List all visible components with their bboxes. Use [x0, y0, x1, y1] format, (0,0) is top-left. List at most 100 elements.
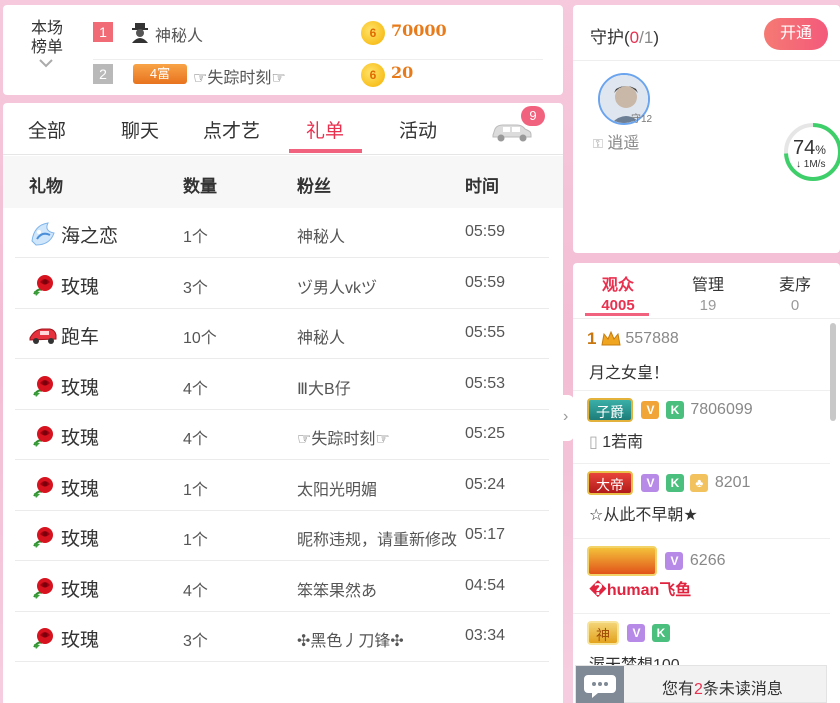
coin-icon: 6: [361, 63, 385, 87]
mystery-user-icon: [132, 23, 148, 43]
audience-item[interactable]: 1 557888 月之女皇！: [573, 323, 830, 391]
chevron-down-icon[interactable]: [36, 57, 56, 71]
gift-quantity: 4个: [183, 582, 208, 600]
vip-icon: V: [641, 401, 660, 419]
tab-activity[interactable]: 活动: [399, 116, 437, 143]
col-time-header: 时间: [465, 177, 499, 196]
audience-panel: 观众 4005 管理 19 麦序 0 1 557888 月之女皇！ 子爵 V K 78…: [573, 263, 840, 703]
fan-name[interactable]: 昵称违规，请重新修改: [297, 526, 457, 550]
user-nick: �human飞鱼: [589, 582, 692, 599]
audience-scrollbar[interactable]: [830, 323, 836, 421]
tab-mic-queue[interactable]: 麦序 0: [760, 271, 830, 314]
audience-item[interactable]: V 6266 �human飞鱼: [573, 540, 830, 614]
rank-number: 1: [93, 22, 113, 42]
rose-icon: [28, 623, 58, 653]
audience-item[interactable]: 子爵 V K 7806099 ▯ 1若南: [573, 392, 830, 464]
tab-gift-list[interactable]: 礼单: [306, 116, 344, 143]
rose-icon: [28, 522, 58, 552]
gift-time: 05:53: [465, 374, 506, 392]
rank-number: 1: [587, 329, 597, 348]
table-row: 玫瑰 4个 笨笨果然あ 04:54: [15, 562, 549, 612]
fan-name[interactable]: ヅ男人vkヅ: [297, 274, 377, 298]
table-row: 海之恋 1个 神秘人 05:59: [15, 208, 549, 258]
vip-icon: V: [627, 624, 646, 642]
chat-bubble-icon: [576, 666, 624, 703]
table-row: 玫瑰 1个 昵称违规，请重新修改 05:17: [15, 511, 549, 561]
rank-number: 2: [93, 64, 113, 84]
guardian-title: 守护(0/1): [590, 28, 659, 47]
tab-admins[interactable]: 管理 19: [673, 271, 743, 314]
guardian-icon: ⚿: [593, 136, 603, 151]
guardian-header: 守护(0/1) 开通: [573, 5, 840, 61]
table-row: 玫瑰 4个 Ⅲ大B仔 05:53: [15, 360, 549, 410]
tab-audience[interactable]: 观众 4005: [583, 271, 653, 314]
gift-quantity: 4个: [183, 380, 208, 398]
user-id: 7806099: [690, 401, 753, 418]
rich-level-badge: 4富: [133, 64, 187, 84]
active-tab-indicator: [585, 313, 649, 316]
table-row: 玫瑰 3个 ✣黑色丿刀锋✣ 03:34: [15, 612, 549, 662]
unread-text: 您有2条未读消息: [662, 681, 783, 698]
rank-user-name[interactable]: ☞失踪时刻☞: [193, 64, 286, 88]
guardian-panel: 守护(0/1) 开通 守12 ⚿ 逍遥 74% ↓ 1M/s: [573, 5, 840, 253]
gift-quantity: 3个: [183, 279, 208, 297]
rose-icon: [28, 573, 58, 603]
fan-name[interactable]: ✣黑色丿刀锋✣: [297, 627, 404, 651]
rose-icon: [28, 270, 58, 300]
network-rate: ↓ 1M/s: [796, 159, 826, 170]
car-count-badge: 9: [521, 106, 545, 126]
unread-count: 2: [694, 681, 703, 698]
rose-icon: [28, 371, 58, 401]
gift-quantity: 1个: [183, 532, 208, 549]
user-id: 8201: [714, 474, 751, 491]
user-id: 557888: [625, 330, 679, 347]
gift-name: 玫瑰: [61, 529, 100, 550]
fan-name[interactable]: 太阳光明媚: [297, 476, 377, 500]
open-guardian-button[interactable]: 开通: [764, 18, 828, 50]
ranking-row[interactable]: 2 4富 ☞失踪时刻☞ 6 20: [93, 59, 543, 89]
sports-car-icon: [28, 320, 58, 350]
fan-name[interactable]: ☞失踪时刻☞: [297, 425, 390, 449]
rank-user-name[interactable]: 神秘人: [155, 22, 203, 46]
gift-name: 跑车: [61, 327, 100, 348]
vip-icon: V: [641, 474, 660, 492]
tab-all[interactable]: 全部: [28, 116, 66, 143]
rank-amount: 20: [391, 63, 414, 82]
network-percent: 74%: [793, 137, 826, 159]
table-header: 礼物 数量 粉丝 时间: [3, 156, 563, 208]
user-nick: ☆从此不早朝★: [589, 507, 698, 524]
chevron-right-icon: ›: [563, 408, 569, 425]
ranking-row[interactable]: 1 神秘人 6 70000: [93, 18, 543, 48]
audience-tabs: 观众 4005 管理 19 麦序 0: [573, 263, 840, 319]
vip-icon: V: [665, 552, 684, 570]
table-row: 跑车 10个 神秘人 05:55: [15, 309, 549, 359]
col-qty-header: 数量: [183, 177, 217, 196]
fan-name[interactable]: Ⅲ大B仔: [297, 375, 351, 399]
audience-item[interactable]: 大帝 V K ♣ 8201 ☆从此不早朝★: [573, 465, 830, 539]
crown-icon: [601, 330, 621, 346]
collapse-handle[interactable]: ›: [560, 395, 574, 441]
tab-talent[interactable]: 点才艺: [203, 116, 260, 143]
ocean-love-icon: [28, 219, 58, 249]
tab-chat[interactable]: 聊天: [121, 116, 159, 143]
gift-name: 玫瑰: [61, 478, 100, 500]
gift-time: 05:55: [465, 324, 506, 341]
unread-messages-bar[interactable]: 您有2条未读消息: [575, 665, 827, 703]
gift-quantity: 10个: [183, 330, 217, 347]
rank-amount: 70000: [391, 21, 447, 40]
guardian-name[interactable]: ⚿ 逍遥: [593, 129, 639, 153]
fan-name[interactable]: 神秘人: [297, 324, 345, 348]
ranking-panel: 本场榜单 1 神秘人 6 70000 2 4富 ☞失踪时刻☞ 6 20: [3, 5, 563, 95]
k-icon: K: [665, 401, 684, 419]
k-icon: K: [651, 624, 670, 642]
active-tab-indicator: [289, 149, 362, 153]
fan-name[interactable]: 神秘人: [297, 223, 345, 247]
gift-time: 05:17: [465, 526, 506, 543]
col-gift-header: 礼物: [29, 177, 63, 196]
fan-name[interactable]: 笨笨果然あ: [297, 577, 377, 601]
tab-bar: 全部 聊天 点才艺 礼单 活动 9: [3, 103, 563, 155]
club-icon: ♣: [690, 474, 709, 492]
gift-quantity: 4个: [183, 431, 208, 448]
gift-quantity: 1个: [183, 229, 208, 246]
gift-name: 玫瑰: [61, 579, 100, 601]
